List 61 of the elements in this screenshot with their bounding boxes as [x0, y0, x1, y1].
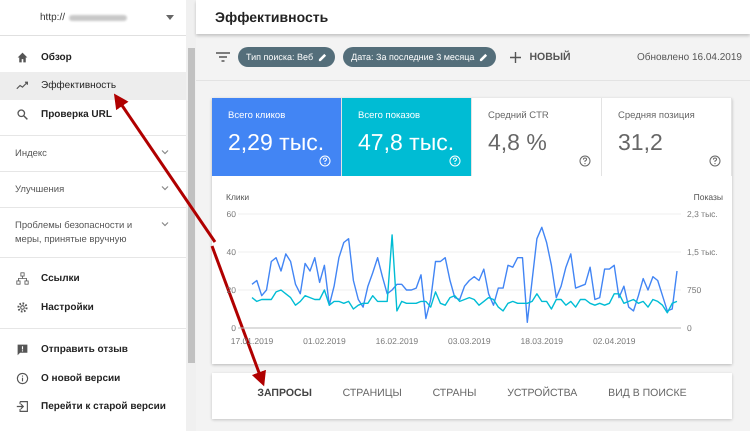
property-selector[interactable]: http://: [0, 0, 186, 36]
sidebar-item[interactable]: Ссылки: [0, 264, 186, 293]
sidebar-item[interactable]: О новой версии: [0, 364, 186, 392]
metric-value: 47,8 тыс.: [358, 129, 455, 156]
metric-tile[interactable]: Всего кликов 2,29 тыс.: [212, 98, 342, 176]
sidebar-item[interactable]: Отправить отзыв: [0, 336, 186, 364]
metric-label: Всего показов: [358, 110, 422, 121]
filter-chip[interactable]: Дата: За последние 3 месяца: [343, 47, 496, 67]
axis-label: 02.04.2019: [592, 336, 636, 346]
metric-tile[interactable]: Средний CTR 4,8 %: [472, 98, 602, 176]
settings-icon: [16, 300, 29, 314]
metric-tile[interactable]: Средняя позиция 31,2: [602, 98, 732, 176]
url-text: http://: [40, 12, 66, 23]
axis-title: Клики: [226, 192, 250, 202]
filter-icon[interactable]: [216, 52, 230, 62]
axis-label: 03.03.2019: [448, 336, 491, 346]
metric-value: 4,8 %: [488, 129, 548, 156]
report-tab[interactable]: УСТРОЙСТВА: [507, 387, 578, 399]
metric-label: Средняя позиция: [618, 110, 696, 121]
axis-label: 18.03.2019: [520, 336, 564, 346]
scrollbar-thumb[interactable]: [188, 48, 194, 363]
report-tab[interactable]: СТРАНЫ: [432, 387, 476, 399]
help-icon[interactable]: [709, 155, 721, 167]
axis-title: Показы: [694, 192, 723, 202]
axis-label: 0: [231, 323, 236, 333]
exit-icon: [16, 400, 29, 414]
updated-date: Обновлено 16.04.2019: [637, 52, 742, 62]
new-filter-button[interactable]: НОВЫЙ: [510, 51, 571, 63]
redaction-bar: [69, 14, 128, 20]
axis-label: 60: [226, 209, 236, 219]
metric-label: Всего кликов: [228, 110, 286, 121]
search-icon: [16, 108, 29, 121]
sidebar-item[interactable]: Проверка URL: [0, 100, 186, 128]
metric-value: 31,2: [618, 129, 664, 156]
metric-label: Средний CTR: [488, 110, 550, 121]
axis-label: 750: [687, 285, 702, 295]
axis-label: 1,5 тыс.: [687, 247, 718, 257]
report-tab[interactable]: ВИД В ПОИСКЕ: [608, 387, 687, 399]
axis-label: 01.02.2019: [303, 336, 346, 346]
filter-chip[interactable]: Тип поиска: Веб: [238, 47, 336, 67]
sidebar-item[interactable]: Эффективность: [0, 72, 186, 100]
pencil-icon: [479, 52, 488, 62]
report-tab[interactable]: ЗАПРОСЫ: [257, 387, 312, 399]
axis-label: 16.02.2019: [376, 336, 418, 346]
report-tab[interactable]: СТРАНИЦЫ: [342, 387, 402, 399]
sitemap-icon: [16, 272, 29, 286]
axis-label: 0: [687, 323, 692, 333]
info-icon: [16, 372, 29, 385]
metric-value: 2,29 тыс.: [228, 129, 325, 156]
sidebar-item[interactable]: Обзор: [0, 43, 186, 72]
sidebar-item[interactable]: Настройки: [0, 293, 186, 322]
page-title: Эффективность: [196, 0, 750, 34]
home-icon: [16, 50, 29, 64]
axis-label: 2,3 тыс.: [687, 209, 718, 219]
caret-icon: [166, 15, 174, 20]
pencil-icon: [318, 52, 328, 62]
plus-icon: [510, 52, 522, 62]
axis-label: 40: [226, 247, 236, 257]
feedback-icon: [16, 343, 29, 356]
sidebar-item[interactable]: Перейти к старой версии: [0, 392, 186, 421]
help-icon[interactable]: [579, 155, 591, 167]
